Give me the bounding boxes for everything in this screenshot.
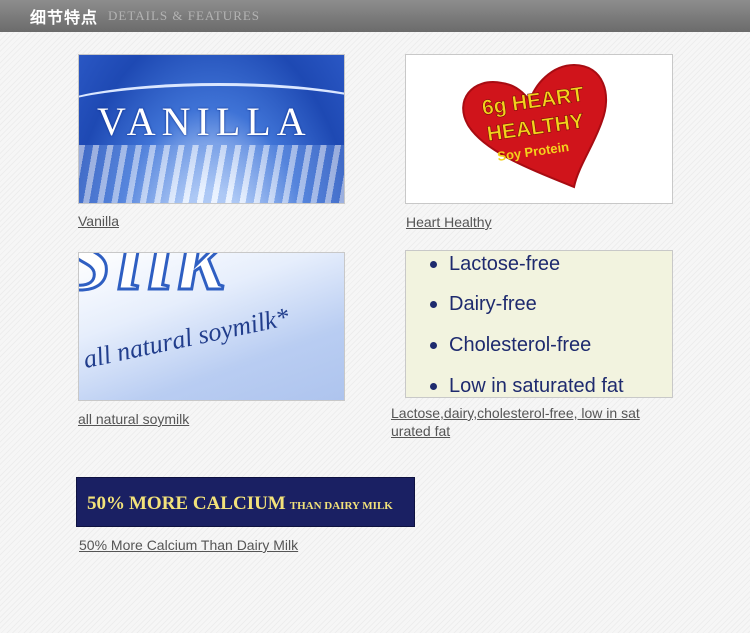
brand-logo-fragment: Silk [79, 252, 230, 312]
section-title-cn: 细节特点 [30, 8, 99, 27]
section-header: 细节特点 DETAILS & FEATURES [0, 0, 750, 32]
free-from-caption-line-1[interactable]: Lactose,dairy,cholesterol-free, low in s… [391, 404, 640, 422]
heart-healthy-image: 6g HEART HEALTHY Soy Protein [405, 54, 673, 204]
bullet-item: Low in saturated fat [430, 375, 624, 397]
heart-icon: 6g HEART HEALTHY Soy Protein [462, 63, 608, 189]
vanilla-image: VANILLA [78, 54, 345, 204]
soymilk-label-text: all natural soymilk* [80, 302, 292, 375]
sunburst-decoration [79, 145, 344, 203]
soymilk-image: Silk all natural soymilk* [78, 252, 345, 401]
free-from-caption-line-2[interactable]: urated fat [391, 422, 450, 440]
bullet-dot-icon [430, 261, 437, 269]
calcium-caption[interactable]: 50% More Calcium Than Dairy Milk [79, 536, 298, 554]
vanilla-caption[interactable]: Vanilla [78, 212, 119, 230]
heart-healthy-caption[interactable]: Heart Healthy [406, 213, 492, 231]
bullet-item: Cholesterol-free [430, 334, 591, 357]
bullet-dot-icon [430, 301, 437, 309]
calcium-banner-text: 50% MORE CALCIUM THAN DAIRY MILK [87, 493, 393, 514]
vanilla-label-text: VANILLA [97, 99, 312, 144]
free-from-list-image: Lactose-free Dairy-free Cholesterol-free… [405, 250, 673, 398]
bullet-item: Lactose-free [430, 253, 560, 276]
section-title-en: DETAILS & FEATURES [108, 8, 261, 23]
bullet-dot-icon [430, 383, 437, 391]
bullet-item: Dairy-free [430, 293, 537, 316]
bullet-dot-icon [430, 342, 437, 350]
soymilk-caption[interactable]: all natural soymilk [78, 410, 189, 428]
calcium-banner-image: 50% MORE CALCIUM THAN DAIRY MILK [76, 477, 415, 527]
